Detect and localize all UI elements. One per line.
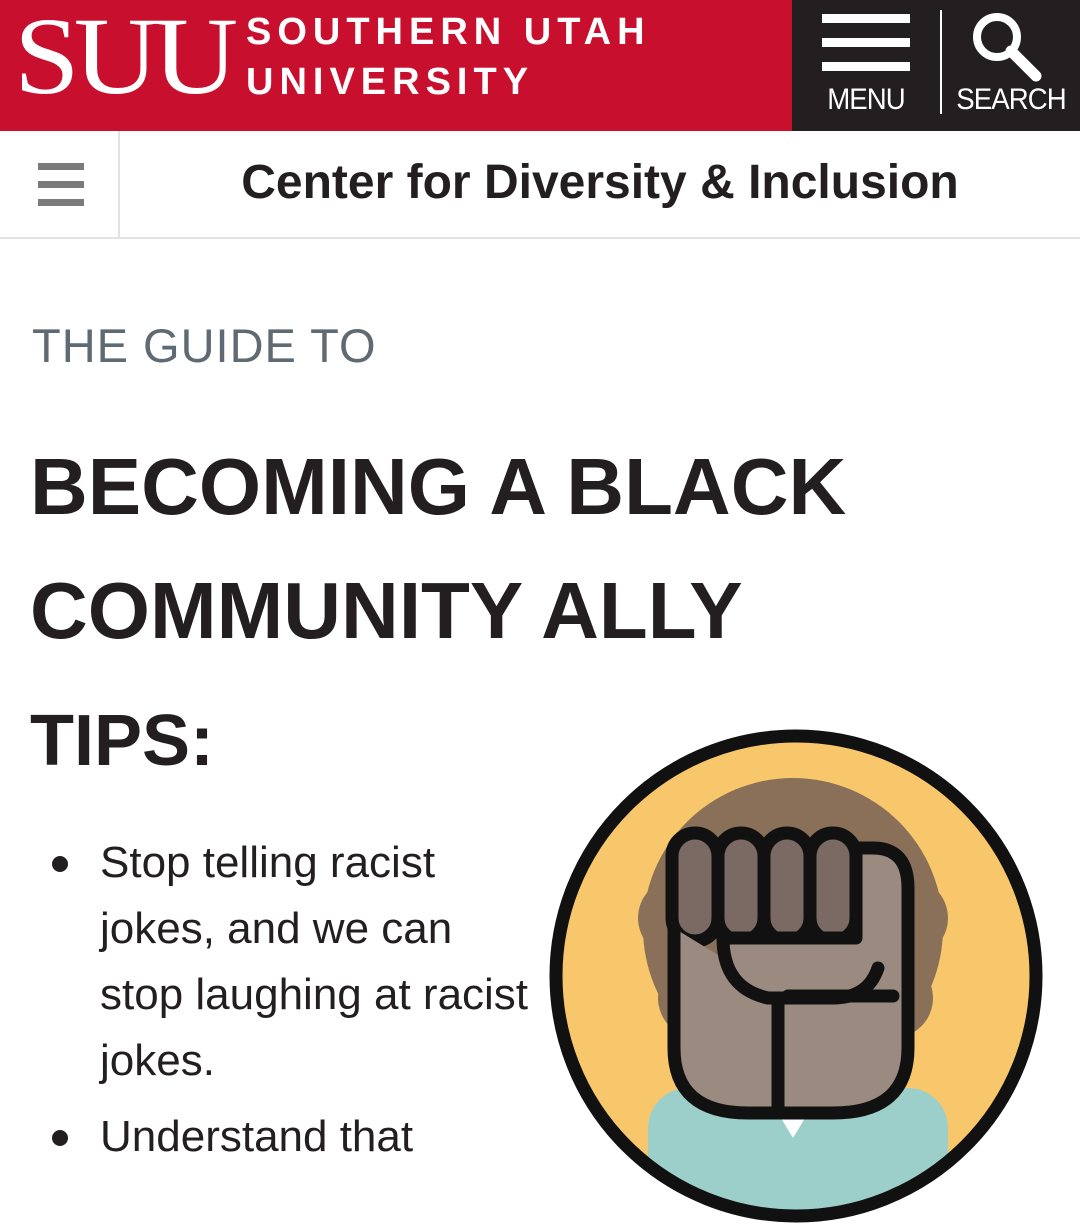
logo-line-2: UNIVERSITY (246, 61, 535, 103)
headline-line-1: BECOMING A BLACK (30, 442, 847, 531)
eyebrow-text: THE GUIDE TO (32, 319, 377, 372)
logo-line-1: SOUTHERN UTAH (246, 11, 651, 53)
list-item: Stop telling racist jokes, and we can st… (52, 830, 540, 1094)
department-title[interactable]: Center for Diversity & Inclusion (120, 131, 1080, 237)
headline-line-2: COMMUNITY ALLY (30, 566, 743, 655)
department-bar: Center for Diversity & Inclusion (0, 131, 1080, 239)
menu-icon (822, 14, 910, 71)
tips-heading: TIPS: (30, 701, 215, 781)
search-icon (973, 13, 1042, 82)
menu-button[interactable]: MENU (792, 0, 940, 131)
raised-fist-icon (549, 729, 1043, 1223)
subnav-toggle-button[interactable] (0, 131, 120, 237)
list-item: Understand that (52, 1104, 540, 1170)
search-button[interactable]: SEARCH (942, 0, 1080, 131)
site-header: SUU SOUTHERN UTAH UNIVERSITY MENU SEARCH (0, 0, 1080, 131)
tips-list: Stop telling racist jokes, and we can st… (0, 830, 540, 1180)
page-headline: BECOMING A BLACK COMMUNITY ALLY (30, 425, 1030, 673)
logo-mark: SUU (14, 0, 238, 118)
search-label: SEARCH (956, 83, 1066, 116)
menu-label: MENU (827, 83, 906, 116)
header-nav: MENU SEARCH (792, 0, 1080, 131)
